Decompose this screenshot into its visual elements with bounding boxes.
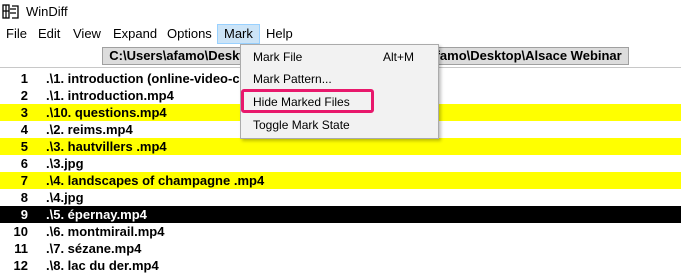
menu-file[interactable]: File (0, 24, 33, 44)
list-row-selected[interactable]: 9 .\5. épernay.mp4 (0, 206, 681, 223)
window-title: WinDiff (26, 4, 68, 19)
row-number: 12 (13, 258, 28, 273)
highlight-annotation (241, 89, 374, 113)
row-filename: .\2. reims.mp4 (46, 122, 133, 137)
menu-item-mark-file[interactable]: Mark File (253, 47, 302, 67)
menu-help[interactable]: Help (260, 24, 299, 44)
menu-bar: File Edit View Expand Options Mark Help (0, 24, 681, 44)
menu-expand[interactable]: Expand (107, 24, 163, 44)
menu-options[interactable]: Options (161, 24, 218, 44)
row-number: 4 (20, 122, 28, 137)
row-number: 5 (20, 139, 28, 154)
row-number: 1 (20, 71, 28, 86)
list-row[interactable]: 7 .\4. landscapes of champagne .mp4 (0, 172, 681, 189)
row-filename: .\10. questions.mp4 (46, 105, 167, 120)
menu-item-mark-pattern[interactable]: Mark Pattern... (253, 69, 332, 89)
row-filename: .\4.jpg (46, 190, 84, 205)
list-row[interactable]: 8 .\4.jpg (0, 189, 681, 206)
row-number: 8 (20, 190, 28, 205)
row-number: 9 (20, 207, 28, 222)
row-filename: .\6. montmirail.mp4 (46, 224, 165, 239)
list-row[interactable]: 5 .\3. hautvillers .mp4 (0, 138, 681, 155)
shortcut-label: Alt+M (383, 50, 415, 64)
row-number: 11 (14, 241, 28, 256)
row-filename: .\4. landscapes of champagne .mp4 (46, 173, 265, 188)
row-number: 3 (20, 105, 28, 120)
list-row[interactable]: 10 .\6. montmirail.mp4 (0, 223, 681, 240)
row-number: 2 (20, 88, 28, 103)
list-row[interactable]: 6 .\3.jpg (0, 155, 681, 172)
row-filename: .\5. épernay.mp4 (46, 207, 147, 222)
list-row[interactable]: 12 .\8. lac du der.mp4 (0, 257, 681, 274)
menu-view[interactable]: View (67, 24, 107, 44)
row-filename: .\1. introduction.mp4 (46, 88, 174, 103)
menu-mark[interactable]: Mark (217, 24, 260, 44)
row-number: 7 (20, 173, 28, 188)
row-number: 6 (20, 156, 28, 171)
menu-item-toggle-mark-state[interactable]: Toggle Mark State (253, 115, 350, 135)
list-row[interactable]: 11 .\7. sézane.mp4 (0, 240, 681, 257)
row-number: 10 (13, 224, 28, 239)
menu-edit[interactable]: Edit (32, 24, 66, 44)
row-filename: .\3. hautvillers .mp4 (46, 139, 167, 154)
row-filename: .\3.jpg (46, 156, 84, 171)
title-bar: WinDiff (0, 0, 681, 24)
row-filename: .\7. sézane.mp4 (46, 241, 142, 256)
windiff-app-icon[interactable] (2, 3, 20, 21)
row-filename: .\8. lac du der.mp4 (46, 258, 159, 273)
